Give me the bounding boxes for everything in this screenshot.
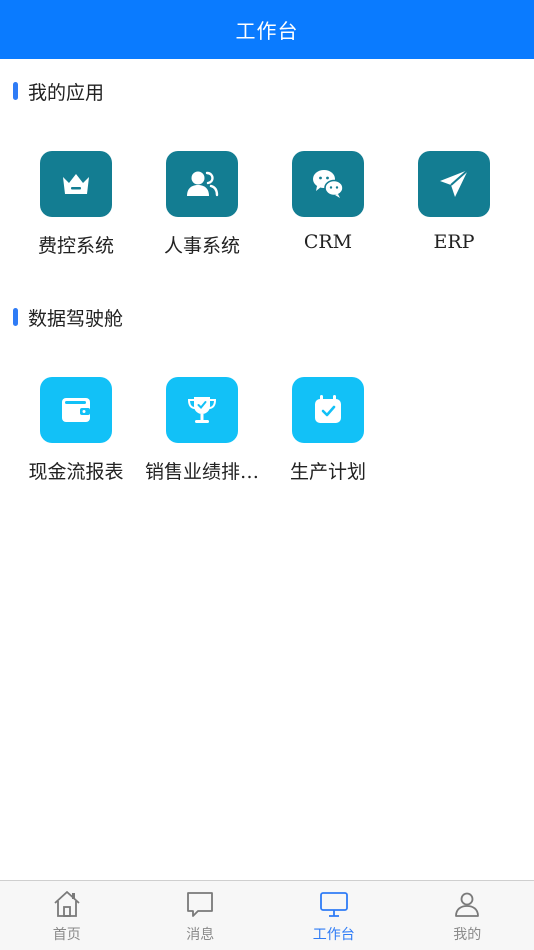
section-label: 数据驾驶舱 (28, 307, 124, 330)
home-icon (54, 891, 80, 917)
message-icon (187, 892, 214, 917)
section-accent-bar (13, 82, 18, 100)
app-label: 人事系统 (163, 235, 240, 257)
trophy-icon (187, 397, 217, 423)
app-production-plan[interactable]: 生产计划 (265, 377, 391, 497)
app-expense-control[interactable]: 费控系统 (13, 151, 139, 271)
tab-label: 消息 (186, 927, 215, 943)
app-erp[interactable]: ERP (391, 151, 517, 271)
app-label: ERP (433, 231, 475, 253)
app-cash-flow-report[interactable]: 现金流报表 (13, 377, 139, 497)
tab-home[interactable]: 首页 (0, 881, 134, 950)
app-hr-system[interactable]: 人事系统 (139, 151, 265, 271)
page-header: 工作台 (0, 0, 534, 59)
crown-icon (63, 174, 89, 194)
monitor-icon (319, 892, 348, 917)
bottom-tab-bar: 首页 消息 工作台 我的 (0, 880, 534, 950)
page-title: 工作台 (235, 19, 299, 43)
app-icon-tile (418, 151, 490, 217)
paper-plane-icon (440, 169, 469, 197)
app-crm[interactable]: CRM (265, 151, 391, 271)
tab-messages[interactable]: 消息 (134, 881, 268, 950)
my-apps-grid: 费控系统 人事系统 CRM ERP (0, 151, 534, 271)
app-icon-tile (166, 151, 238, 217)
person-icon (455, 892, 480, 917)
app-icon-tile (292, 151, 364, 217)
app-label: 现金流报表 (28, 461, 124, 483)
tab-workbench[interactable]: 工作台 (267, 881, 401, 950)
app-icon-tile (292, 377, 364, 443)
wallet-icon (62, 398, 90, 422)
calendar-check-icon (315, 395, 341, 423)
section-title-data-cockpit: 数据驾驶舱 (13, 305, 124, 330)
section-label: 我的应用 (28, 81, 105, 104)
app-icon-tile (40, 377, 112, 443)
wechat-icon (313, 170, 344, 198)
data-cockpit-grid: 现金流报表 销售业绩排… 生产计划 (0, 377, 534, 497)
app-label: 费控系统 (37, 235, 114, 257)
app-icon-tile (40, 151, 112, 217)
tab-label: 我的 (453, 927, 482, 943)
section-title-my-apps: 我的应用 (13, 79, 105, 104)
app-label: 生产计划 (289, 461, 366, 483)
tab-label: 工作台 (312, 927, 355, 943)
tab-label: 首页 (52, 927, 81, 943)
app-label: 销售业绩排… (144, 461, 259, 483)
app-sales-ranking[interactable]: 销售业绩排… (139, 377, 265, 497)
section-accent-bar (13, 308, 18, 326)
users-icon (187, 171, 219, 197)
app-icon-tile (166, 377, 238, 443)
tab-profile[interactable]: 我的 (401, 881, 534, 950)
app-label: CRM (303, 231, 353, 253)
